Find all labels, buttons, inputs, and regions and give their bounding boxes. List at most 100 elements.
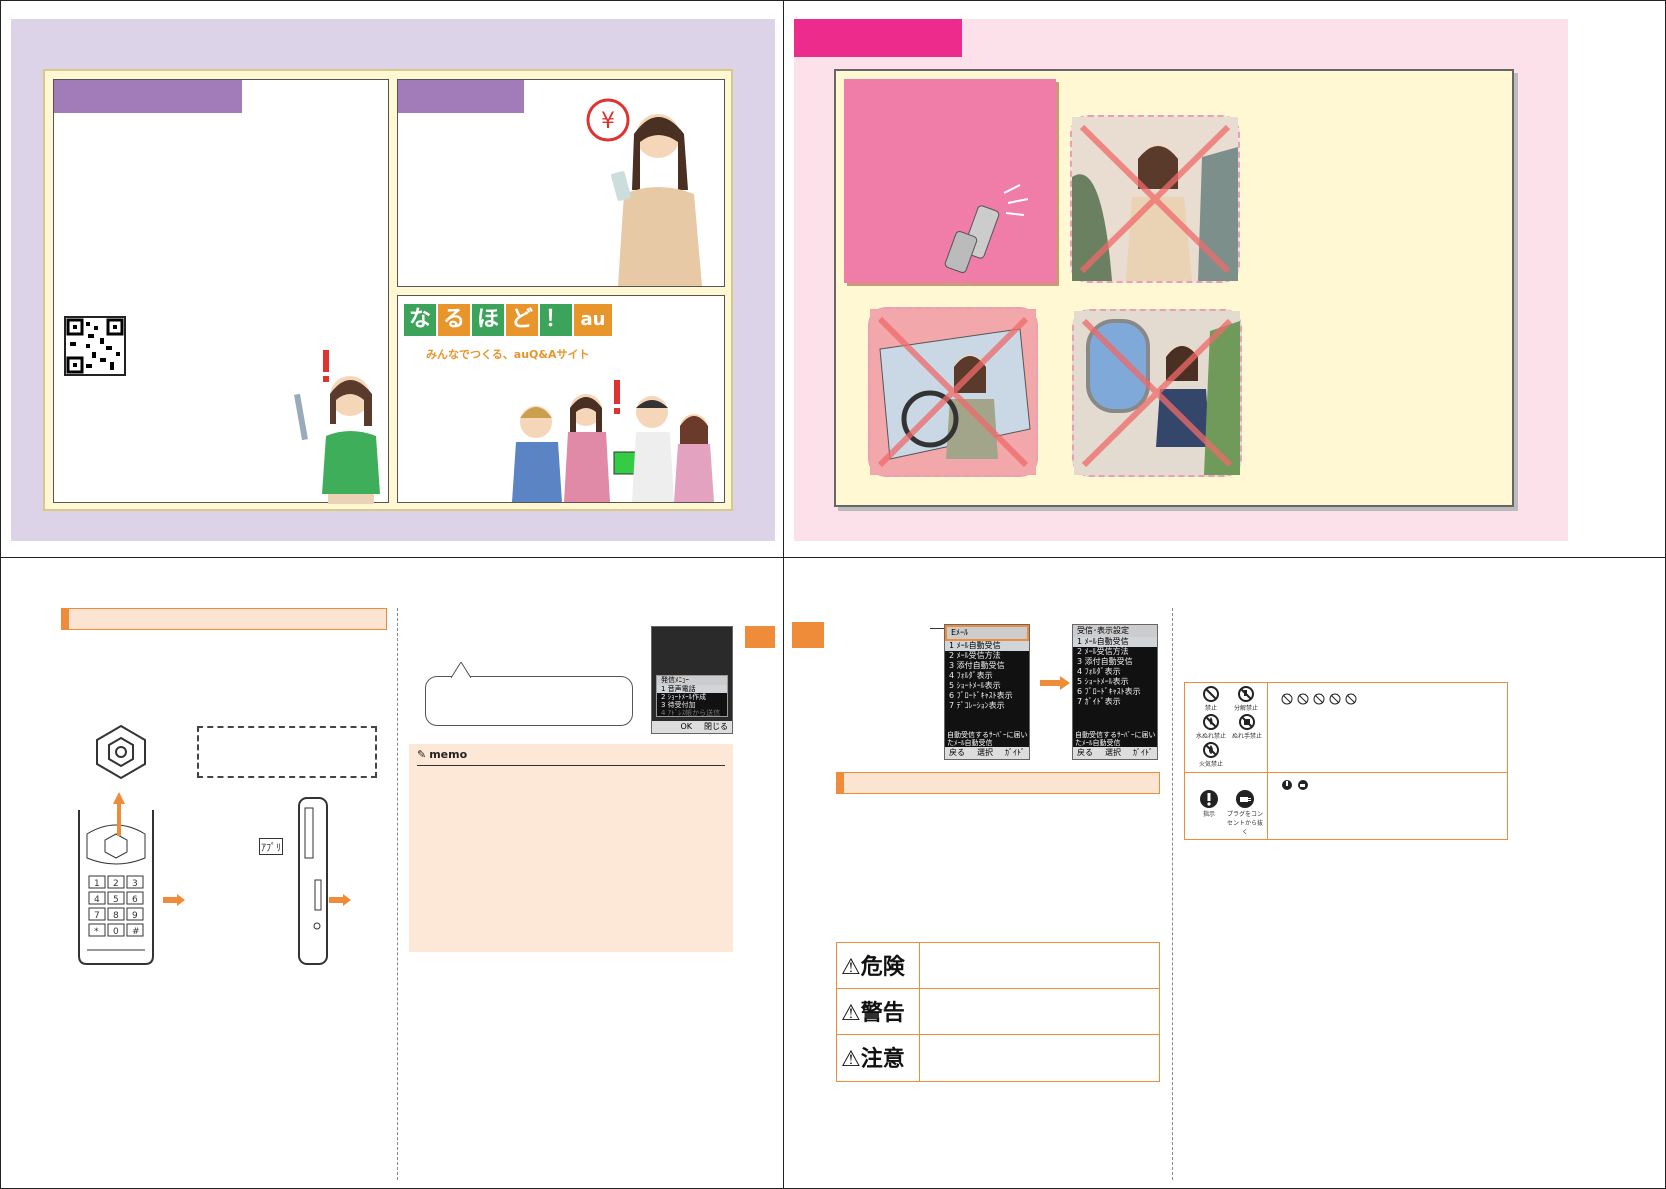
softkey-select[interactable]: 選択	[1105, 747, 1121, 759]
logo-tile: ！	[540, 304, 572, 336]
row-divider	[919, 989, 920, 1035]
callout-line	[930, 628, 944, 629]
softkey-guide[interactable]: ｶﾞｲﾄﾞ	[1005, 747, 1025, 759]
phone-screen-receive-settings: 受信･表示設定 1 ﾒｰﾙ自動受信 2 ﾒｰﾙ受信方法 3 添付自動受信 4 ﾌ…	[1072, 624, 1158, 760]
menu-row[interactable]: 6 ﾌﾞﾛｰﾄﾞｷｬｽﾄ表示	[1073, 687, 1157, 697]
instruction-icon: 指示	[1195, 789, 1223, 818]
softkey-back[interactable]: 戻る	[1077, 747, 1093, 759]
arrow-right-icon	[1040, 676, 1070, 690]
prohibition-symbols-row: 禁止 分解禁止 水ぬれ禁止 ぬれ手禁止 火気禁止	[1185, 683, 1507, 773]
prohibited-icon: 禁止	[1197, 685, 1225, 712]
svg-text:9: 9	[132, 911, 138, 921]
arrow-right-icon	[329, 894, 351, 906]
screen-header: Eﾒｰﾙ	[945, 625, 1029, 641]
screen-header: 受信･表示設定	[1073, 625, 1157, 637]
unplug-icon: プラグをコンセントから抜く	[1225, 789, 1265, 836]
menu-row[interactable]: 2 ﾒｰﾙ受信方法	[1073, 647, 1157, 657]
illustration-girl-price: ¥	[584, 94, 724, 286]
info-panel-right-top: ¥	[397, 79, 725, 287]
screen-guide-text: 自動受信するｻｰﾊﾞｰに届いたﾒｰﾙ自動受信	[947, 731, 1028, 747]
info-panel-right-bottom: な る ほ ど ！ au みんなでつくる、auQ&Aサイト	[397, 295, 725, 503]
menu-row[interactable]: 5 ｼｮｰﾄﾒｰﾙ表示	[1073, 677, 1157, 687]
softkey-bar: OK 閉じる	[652, 721, 732, 733]
illustration-group-of-users	[502, 378, 724, 502]
page-panel-bottom-right: Eﾒｰﾙ 1 ﾒｰﾙ自動受信 2 ﾒｰﾙ受信方法 3 添付自動受信 4 ﾌｫﾙﾀ…	[783, 557, 1666, 1189]
scene-crowded-train	[1070, 115, 1240, 283]
menu-row[interactable]: 3 添付自動受信	[945, 661, 1029, 671]
svg-text:3: 3	[132, 879, 138, 889]
logo-tile: な	[404, 304, 436, 336]
qr-code	[64, 316, 126, 376]
phone-screen-call-menu: 発信ﾒﾆｭｰ 1 音声電話 2 ｼｮｰﾄﾒｰﾙ作成 3 待受付加 4 ｱﾄﾞﾚｽ…	[651, 626, 733, 734]
apps-key-label: ｱﾌﾟﾘ	[259, 838, 283, 855]
menu-row[interactable]: 7 ｶﾞｲﾄﾞ表示	[1073, 697, 1157, 707]
no-fire-icon: 火気禁止	[1193, 741, 1229, 768]
scene-driving	[868, 307, 1038, 477]
call-menu-item[interactable]: 2 ｼｮｰﾄﾒｰﾙ作成	[657, 693, 727, 701]
row-divider	[1267, 683, 1268, 773]
page-panel-bottom-left: 123 456 789 * 0 # ｱﾌﾟﾘ 発信ﾒﾆｭｰ 1 音声電話 2 ｼ…	[0, 557, 784, 1189]
call-menu-item[interactable]: 3 待受付加	[657, 701, 727, 709]
logo-tile: au	[574, 304, 612, 336]
svg-text:5: 5	[113, 895, 119, 905]
inline-symbol-row	[1281, 779, 1309, 791]
page-panel-top-left: ¥ な る ほ ど ！ au みんなでつくる、auQ&Aサイト	[0, 0, 784, 558]
menu-row[interactable]: 7 ﾃﾞｺﾚｰｼｮﾝ表示	[945, 701, 1029, 711]
memo-label: ✎ memo	[417, 748, 468, 761]
softkey-bar: 戻る 選択 ｶﾞｲﾄﾞ	[945, 747, 1029, 759]
svg-text:2: 2	[113, 879, 119, 889]
svg-text:0: 0	[113, 927, 119, 937]
scene-airplane	[1072, 309, 1242, 477]
softkey-close[interactable]: 閉じる	[704, 721, 728, 733]
svg-text:#: #	[132, 927, 140, 937]
softkey-guide[interactable]: ｶﾞｲﾄﾞ	[1133, 747, 1153, 759]
menu-row[interactable]: 1 ﾒｰﾙ自動受信	[1073, 637, 1157, 647]
softkey-back[interactable]: 戻る	[949, 747, 965, 759]
section-header-tab	[398, 80, 524, 113]
section-heading-bar	[61, 608, 387, 630]
svg-text:¥: ¥	[601, 109, 615, 134]
warning-row-danger: ⚠危険	[837, 943, 1159, 989]
menu-row[interactable]: 6 ﾌﾞﾛｰﾄﾞｷｬｽﾄ表示	[945, 691, 1029, 701]
arrow-right-icon	[163, 894, 185, 906]
inline-symbol-row	[1281, 693, 1357, 705]
warning-row-warning: ⚠警告	[837, 989, 1159, 1035]
softkey-bar: 戻る 選択 ｶﾞｲﾄﾞ	[1073, 747, 1157, 759]
menu-row[interactable]: 3 添付自動受信	[1073, 657, 1157, 667]
section-header-tab	[794, 19, 962, 57]
call-menu-item[interactable]: 4 ｱﾄﾞﾚｽ帳から送信	[657, 709, 727, 717]
call-menu-item[interactable]: 1 音声電話	[657, 685, 727, 693]
warning-label: ⚠警告	[841, 1001, 905, 1026]
phone-screen-email-settings: Eﾒｰﾙ 1 ﾒｰﾙ自動受信 2 ﾒｰﾙ受信方法 3 添付自動受信 4 ﾌｫﾙﾀ…	[944, 624, 1030, 760]
softkey-select[interactable]: 選択	[977, 747, 993, 759]
pencil-icon: ✎	[417, 748, 427, 761]
menu-row[interactable]: 2 ﾒｰﾙ受信方法	[945, 651, 1029, 661]
svg-text:4: 4	[94, 895, 100, 905]
section-heading-bar	[836, 772, 1160, 794]
row-divider	[919, 943, 920, 989]
row-divider	[919, 1035, 920, 1081]
warning-level-table: ⚠危険 ⚠警告 ⚠注意	[836, 942, 1160, 1082]
danger-label: ⚠危険	[841, 955, 905, 980]
svg-text:6: 6	[132, 895, 138, 905]
speech-bubble	[425, 676, 633, 726]
chapter-tab	[745, 626, 775, 648]
menu-row[interactable]: 1 ﾒｰﾙ自動受信	[945, 641, 1029, 651]
menu-row[interactable]: 5 ｼｮｰﾄﾒｰﾙ表示	[945, 681, 1029, 691]
chapter-tab	[792, 622, 824, 648]
naruhodo-au-logo: な る ほ ど ！ au	[404, 304, 612, 336]
menu-row[interactable]: 4 ﾌｫﾙﾀﾞ表示	[1073, 667, 1157, 677]
logo-tagline: みんなでつくる、auQ&Aサイト	[426, 348, 590, 361]
arrow-up-icon	[113, 792, 125, 836]
svg-text:*: *	[94, 927, 99, 937]
dashed-note-box	[197, 726, 377, 778]
svg-text:1: 1	[94, 879, 100, 889]
speech-bubble-tail	[451, 662, 471, 678]
no-disassembly-icon: 分解禁止	[1229, 685, 1263, 712]
column-divider	[1172, 608, 1173, 1180]
menu-row[interactable]: 4 ﾌｫﾙﾀﾞ表示	[945, 671, 1029, 681]
memo-underline	[417, 765, 725, 766]
column-divider	[397, 608, 398, 1180]
logo-tile: ど	[506, 304, 538, 336]
softkey-ok[interactable]: OK	[680, 721, 692, 733]
